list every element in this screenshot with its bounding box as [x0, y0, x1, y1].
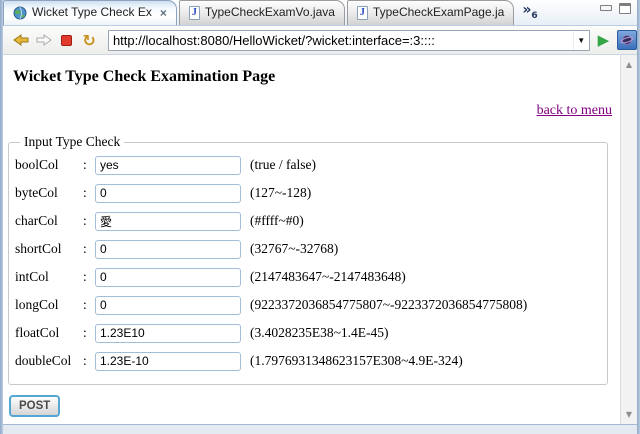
page-title: Wicket Type Check Examination Page [13, 68, 620, 86]
field-row: charCol : (#ffff~#0) [15, 207, 599, 235]
frame-edge-left [0, 0, 3, 434]
field-colon: : [83, 185, 95, 201]
field-colon: : [83, 213, 95, 229]
stop-button[interactable] [56, 31, 76, 49]
eclipse-editor-area: Wicket Type Check Ex × J TypeCheckExamVo… [0, 0, 640, 434]
field-row: doubleCol : (1.7976931348623157E308~4.9E… [15, 347, 599, 375]
type-input[interactable] [95, 212, 241, 231]
field-range-hint: (2147483647~-2147483648) [250, 269, 406, 285]
input-type-check-fieldset: Input Type Check boolCol : (true / false… [8, 134, 608, 385]
type-input[interactable] [95, 156, 241, 175]
hidden-editors-count: 6 [531, 11, 537, 21]
tab-typecheckexampage[interactable]: J TypeCheckExamPage.ja [347, 0, 514, 25]
forward-arrow-icon [36, 34, 52, 46]
field-row: shortCol : (32767~-32768) [15, 235, 599, 263]
field-row: intCol : (2147483647~-2147483648) [15, 263, 599, 291]
view-window-buttons [600, 0, 637, 14]
field-range-hint: (true / false) [250, 157, 316, 173]
editor-tab-bar: Wicket Type Check Ex × J TypeCheckExamVo… [3, 0, 637, 26]
field-range-hint: (1.7976931348623157E308~4.9E-324) [250, 353, 463, 369]
field-range-hint: (3.4028235E38~1.4E-45) [250, 325, 389, 341]
field-range-hint: (32767~-32768) [250, 241, 338, 257]
field-label: shortCol [15, 241, 83, 257]
back-button[interactable] [11, 31, 31, 49]
field-label: longCol [15, 297, 83, 313]
maximize-icon[interactable] [619, 3, 631, 14]
type-input[interactable] [95, 352, 241, 371]
post-button[interactable]: POST [9, 395, 60, 417]
field-colon: : [83, 325, 95, 341]
field-colon: : [83, 269, 95, 285]
type-input[interactable] [95, 184, 241, 203]
field-label: boolCol [15, 157, 83, 173]
minimize-icon[interactable] [600, 5, 612, 11]
stop-icon [61, 35, 72, 46]
url-input[interactable] [109, 33, 573, 48]
field-label: intCol [15, 269, 83, 285]
status-strip [3, 424, 637, 434]
globe-icon [13, 6, 27, 20]
type-input[interactable] [95, 240, 241, 259]
back-link-row: back to menu [3, 103, 612, 119]
field-row: byteCol : (127~-128) [15, 179, 599, 207]
type-input[interactable] [95, 296, 241, 315]
field-row: longCol : (9223372036854775807~-92233720… [15, 291, 599, 319]
url-dropdown-button[interactable]: ▼ [573, 31, 589, 50]
java-file-icon: J [357, 6, 368, 20]
field-label: byteCol [15, 185, 83, 201]
field-label: charCol [15, 213, 83, 229]
field-range-hint: (9223372036854775807~-922337203685477580… [250, 297, 527, 313]
back-arrow-icon [13, 34, 29, 46]
browser-toolbar: ↻ ▼ ▶ [3, 26, 637, 55]
address-bar: ▼ [108, 30, 590, 51]
field-range-hint: (127~-128) [250, 185, 311, 201]
field-colon: : [83, 353, 95, 369]
tab-label: TypeCheckExamPage.ja [373, 5, 504, 19]
back-to-menu-link[interactable]: back to menu [537, 103, 612, 118]
refresh-button[interactable]: ↻ [79, 31, 99, 49]
field-label: doubleCol [15, 353, 83, 369]
field-label: floatCol [15, 325, 83, 341]
close-icon[interactable]: × [160, 6, 167, 20]
hidden-editors-chevron-icon[interactable]: »6 [522, 2, 537, 21]
saturn-globe-icon [620, 33, 634, 47]
go-button[interactable]: ▶ [598, 31, 610, 49]
field-range-hint: (#ffff~#0) [250, 213, 304, 229]
java-file-icon: J [189, 6, 200, 20]
tab-label: Wicket Type Check Ex [32, 5, 152, 19]
type-input[interactable] [95, 268, 241, 287]
vertical-scrollbar[interactable]: ▲ ▼ [620, 55, 637, 424]
browser-viewport: Wicket Type Check Examination Page back … [3, 55, 637, 424]
scroll-up-icon[interactable]: ▲ [621, 60, 637, 69]
field-row: boolCol : (true / false) [15, 151, 599, 179]
type-input[interactable] [95, 324, 241, 343]
forward-button[interactable] [34, 31, 54, 49]
tab-wicket-type-check[interactable]: Wicket Type Check Ex × [3, 0, 177, 25]
fieldset-legend: Input Type Check [20, 134, 124, 150]
field-row: floatCol : (3.4028235E38~1.4E-45) [15, 319, 599, 347]
tab-label: TypeCheckExamVo.java [205, 5, 335, 19]
web-browser-icon[interactable] [617, 30, 637, 50]
field-colon: : [83, 241, 95, 257]
field-colon: : [83, 297, 95, 313]
field-colon: : [83, 157, 95, 173]
tab-typecheckexamvo[interactable]: J TypeCheckExamVo.java [179, 0, 345, 25]
scroll-down-icon[interactable]: ▼ [621, 410, 637, 419]
